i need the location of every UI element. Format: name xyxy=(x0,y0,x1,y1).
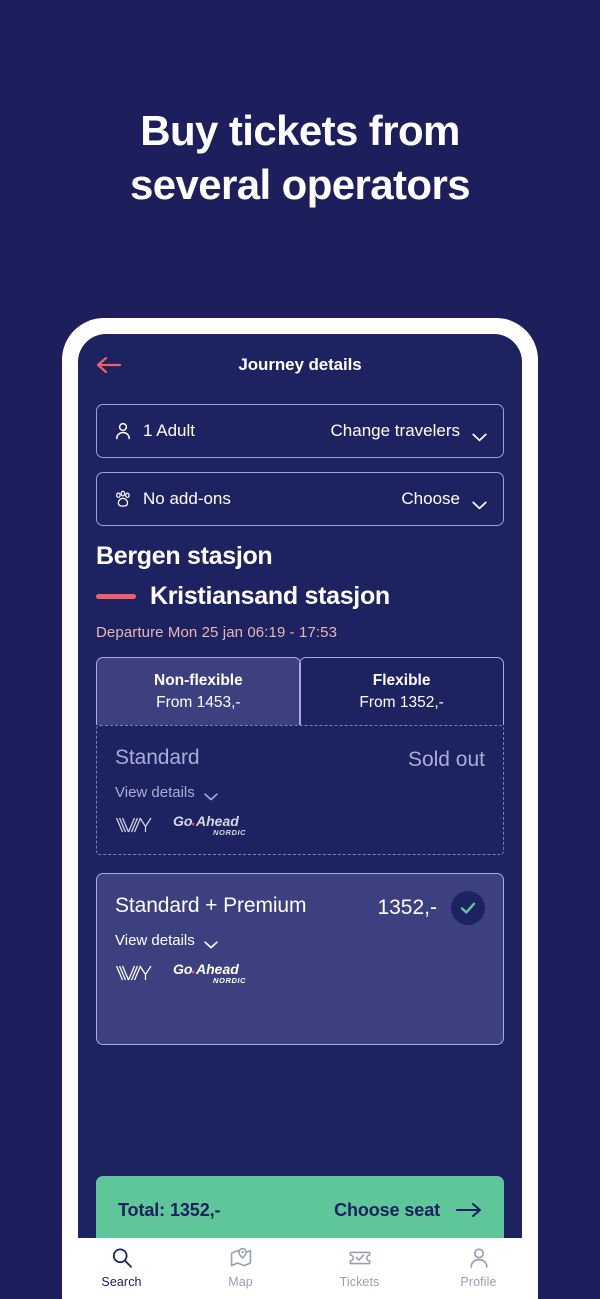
hero-headline-line-2: several operators xyxy=(130,161,471,208)
vy-logo xyxy=(115,962,159,989)
fare-option-premium-name: Standard + Premium xyxy=(115,894,307,917)
total-price-label: Total: 1352,- xyxy=(118,1199,221,1220)
nav-item-tickets-label: Tickets xyxy=(339,1275,380,1289)
travelers-selector[interactable]: 1 Adult Change travelers xyxy=(96,404,504,458)
svg-text:Ahead: Ahead xyxy=(195,813,239,829)
choose-seat-button[interactable]: Total: 1352,- Choose seat xyxy=(96,1176,504,1244)
fare-option-premium-price: 1352,- xyxy=(377,896,437,919)
departure-info: Departure Mon 25 jan 06:19 - 17:53 xyxy=(96,624,338,641)
journey-summary: Bergen stasjon Kristiansand stasjon Depa… xyxy=(96,540,504,641)
go-ahead-nordic-logo: Go Ahead NORDIC xyxy=(173,813,255,842)
chevron-down-icon xyxy=(472,427,487,441)
nav-item-search-label: Search xyxy=(101,1275,142,1289)
paw-print-icon xyxy=(113,489,133,509)
app-header: Journey details xyxy=(90,334,510,396)
addons-value: No add-ons xyxy=(143,489,231,508)
check-circle-icon xyxy=(451,891,485,925)
tab-non-flexible-title: Non-flexible xyxy=(154,671,243,689)
fare-option-standard-premium[interactable]: Standard + Premium 1352,- View details G… xyxy=(96,873,504,1045)
operator-logos-standard: Go Ahead NORDIC xyxy=(115,813,485,842)
operator-logos-premium: Go Ahead NORDIC xyxy=(115,961,485,990)
bottom-navigation-bar: Search Map Tickets Profile xyxy=(62,1238,538,1299)
travelers-value: 1 Adult xyxy=(143,421,195,440)
svg-text:NORDIC: NORDIC xyxy=(213,828,246,837)
choose-seat-label: Choose seat xyxy=(334,1199,440,1220)
view-details-premium-label: View details xyxy=(115,932,195,949)
phone-screen: Journey details 1 Adult Change travelers xyxy=(78,334,522,1268)
nav-item-profile[interactable]: Profile xyxy=(419,1246,538,1289)
hero-headline-line-1: Buy tickets from xyxy=(140,107,460,154)
map-pin-icon xyxy=(229,1246,253,1270)
go-ahead-nordic-logo: Go Ahead NORDIC xyxy=(173,961,255,990)
tab-flexible-title: Flexible xyxy=(372,671,431,689)
chevron-down-icon xyxy=(204,936,219,949)
fare-option-header: Standard + Premium 1352,- xyxy=(115,888,485,926)
chevron-down-icon xyxy=(204,788,219,801)
tab-non-flexible[interactable]: Non-flexible From 1453,- xyxy=(96,657,301,725)
view-details-standard[interactable]: View details xyxy=(115,784,485,801)
page-title: Journey details xyxy=(238,355,362,374)
fare-option-header: Standard Sold out xyxy=(115,740,485,778)
destination-station: Kristiansand stasjon xyxy=(150,582,390,610)
svg-text:NORDIC: NORDIC xyxy=(213,976,246,985)
search-icon xyxy=(110,1246,134,1270)
route-dash-icon xyxy=(96,593,136,599)
vy-logo xyxy=(115,814,159,841)
choose-addons-label: Choose xyxy=(401,489,460,508)
fare-option-standard-status: Sold out xyxy=(407,748,485,771)
tab-non-flexible-price: From 1453,- xyxy=(156,693,241,711)
chevron-down-icon xyxy=(472,495,487,509)
svg-text:Go: Go xyxy=(173,961,193,977)
svg-text:Go: Go xyxy=(173,813,193,829)
person-icon xyxy=(113,421,133,441)
nav-item-profile-label: Profile xyxy=(460,1275,497,1289)
view-details-premium[interactable]: View details xyxy=(115,932,485,949)
destination-row: Kristiansand stasjon xyxy=(96,580,504,612)
tab-flexible-price: From 1352,- xyxy=(359,693,444,711)
addons-selector[interactable]: No add-ons Choose xyxy=(96,472,504,526)
phone-mockup-frame: Journey details 1 Adult Change travelers xyxy=(62,318,538,1268)
nav-item-search[interactable]: Search xyxy=(62,1246,181,1289)
hero-headline: Buy tickets from several operators xyxy=(0,104,600,212)
change-travelers-label: Change travelers xyxy=(330,421,460,440)
back-arrow-icon[interactable] xyxy=(96,354,122,376)
nav-item-tickets[interactable]: Tickets xyxy=(300,1246,419,1289)
origin-station: Bergen stasjon xyxy=(96,542,273,570)
tab-flexible[interactable]: Flexible From 1352,- xyxy=(299,657,504,725)
view-details-standard-label: View details xyxy=(115,784,195,801)
nav-item-map[interactable]: Map xyxy=(181,1246,300,1289)
fare-type-tabs: Non-flexible From 1453,- Flexible From 1… xyxy=(96,657,504,725)
fare-option-standard-name: Standard xyxy=(115,746,200,769)
svg-text:Ahead: Ahead xyxy=(195,961,239,977)
person-icon xyxy=(467,1246,491,1270)
nav-item-map-label: Map xyxy=(228,1275,253,1289)
fare-option-standard[interactable]: Standard Sold out View details Go Ahead … xyxy=(96,725,504,855)
arrow-right-icon xyxy=(456,1202,482,1218)
ticket-icon xyxy=(348,1246,372,1270)
